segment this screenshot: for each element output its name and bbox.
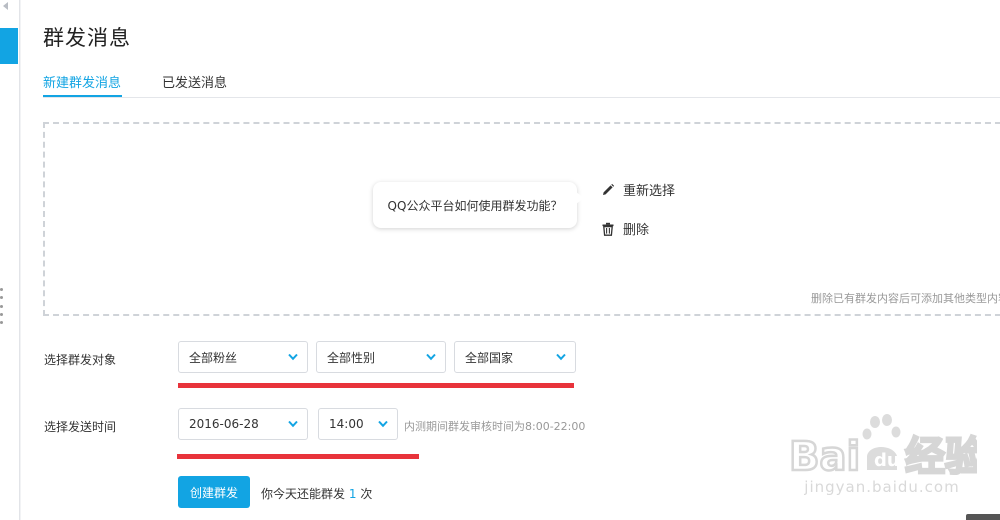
trash-icon bbox=[601, 222, 615, 236]
chevron-down-icon bbox=[288, 420, 298, 428]
remaining-count: 1 bbox=[348, 487, 357, 501]
tab-sent-messages[interactable]: 已发送消息 bbox=[162, 72, 227, 91]
remaining-quota: 你今天还能群发 1 次 bbox=[261, 485, 372, 502]
chevron-down-icon bbox=[378, 420, 388, 428]
watermark-url: jingyan.baidu.com bbox=[804, 478, 960, 496]
audience-label: 选择群发对象 bbox=[44, 353, 117, 367]
tab-bar: 新建群发消息 已发送消息 bbox=[43, 66, 1000, 98]
country-select-value: 全部国家 bbox=[465, 350, 514, 365]
annotation-red-underline bbox=[177, 454, 419, 459]
message-card[interactable]: QQ公众平台如何使用群发功能？ bbox=[373, 182, 584, 228]
gender-select[interactable]: 全部性别 bbox=[316, 341, 446, 373]
svg-text:du: du bbox=[874, 450, 900, 471]
sidebar-resize-handle[interactable] bbox=[0, 288, 3, 324]
schedule-label: 选择发送时间 bbox=[44, 420, 117, 434]
date-select-value: 2016-06-28 bbox=[189, 417, 259, 431]
baidu-paw-icon: Bai 经验 du bbox=[788, 414, 977, 478]
message-card-tail bbox=[576, 192, 584, 204]
message-content-area: QQ公众平台如何使用群发功能？ 重新选择 删除 删除已有群发内容后可添加其他类型… bbox=[43, 122, 1000, 316]
pencil-icon bbox=[601, 183, 615, 197]
time-select-value: 14:00 bbox=[329, 417, 364, 431]
reselect-button[interactable]: 重新选择 bbox=[601, 180, 675, 199]
gender-select-value: 全部性别 bbox=[327, 350, 376, 365]
collapse-arrow-icon[interactable] bbox=[3, 2, 8, 10]
message-card-text: QQ公众平台如何使用群发功能？ bbox=[387, 198, 563, 213]
main-panel: 群发消息 新建群发消息 已发送消息 QQ公众平台如何使用群发功能？ 重新选择 删… bbox=[21, 0, 1000, 520]
delete-label: 删除 bbox=[623, 223, 650, 238]
chevron-down-icon bbox=[556, 353, 566, 361]
baidu-jingyan-watermark: Bai 经验 du jingyan.baidu.com bbox=[787, 412, 977, 512]
chevron-down-icon bbox=[288, 353, 298, 361]
country-select[interactable]: 全部国家 bbox=[454, 341, 576, 373]
active-tab-underline bbox=[43, 95, 122, 97]
sidebar-active-indicator bbox=[0, 28, 18, 64]
remaining-suffix: 次 bbox=[360, 487, 373, 501]
corner-scroll-widget[interactable] bbox=[966, 514, 1000, 520]
svg-text:经验: 经验 bbox=[905, 434, 977, 478]
time-select[interactable]: 14:00 bbox=[318, 408, 398, 440]
fans-select[interactable]: 全部粉丝 bbox=[178, 341, 308, 373]
content-hint: 删除已有群发内容后可添加其他类型内容 bbox=[811, 292, 1000, 305]
chevron-down-icon bbox=[426, 353, 436, 361]
create-broadcast-button[interactable]: 创建群发 bbox=[178, 476, 250, 508]
reselect-label: 重新选择 bbox=[623, 184, 676, 199]
svg-text:Bai: Bai bbox=[789, 434, 860, 478]
fans-select-value: 全部粉丝 bbox=[189, 350, 238, 365]
annotation-red-underline bbox=[178, 383, 574, 388]
remaining-prefix: 你今天还能群发 bbox=[261, 487, 346, 501]
left-sidebar bbox=[0, 0, 20, 520]
delete-button[interactable]: 删除 bbox=[601, 219, 649, 238]
tab-new-broadcast[interactable]: 新建群发消息 bbox=[43, 72, 121, 91]
schedule-hint: 内测期间群发审核时间为8:00-22:00 bbox=[404, 420, 586, 433]
date-select[interactable]: 2016-06-28 bbox=[178, 408, 308, 440]
page-title: 群发消息 bbox=[43, 26, 131, 50]
